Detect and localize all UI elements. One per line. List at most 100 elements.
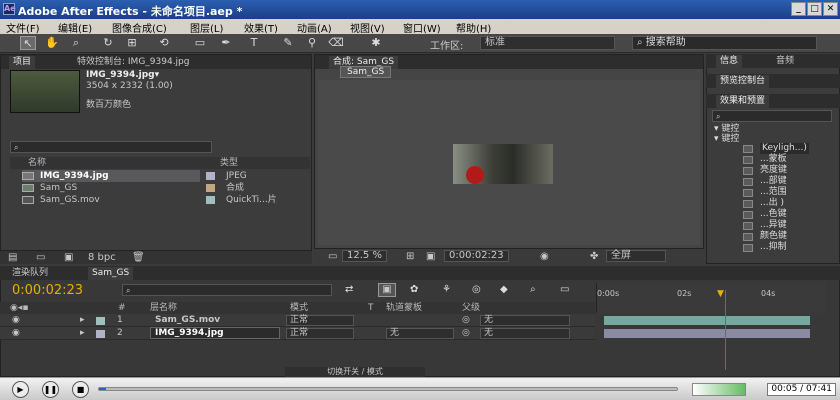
- effect-item[interactable]: ...色键: [760, 209, 787, 220]
- play-icon[interactable]: ▶: [12, 381, 29, 398]
- timeline-search-input[interactable]: ⌕: [122, 284, 332, 296]
- layer-name[interactable]: Sam_GS.mov: [155, 314, 220, 327]
- hide-shy-icon[interactable]: ✿: [410, 284, 418, 295]
- menu-window[interactable]: 窗口(W): [403, 20, 441, 35]
- brush-tool-icon[interactable]: ✎: [280, 36, 296, 50]
- zoom-select[interactable]: 12.5 %: [342, 250, 387, 262]
- selection-tool-icon[interactable]: ↖: [20, 36, 36, 50]
- effect-item[interactable]: ...出 ): [760, 198, 784, 209]
- hand-tool-icon[interactable]: ✋: [44, 36, 60, 50]
- tab-effects-presets[interactable]: 效果和预置: [716, 95, 770, 108]
- col-mode[interactable]: 模式: [290, 302, 308, 314]
- text-tool-icon[interactable]: T: [246, 36, 262, 50]
- tab-render-queue[interactable]: 渲染队列: [8, 267, 52, 280]
- eye-icon[interactable]: ◉: [12, 314, 20, 327]
- parent-pickwhip-icon[interactable]: ◎: [462, 327, 470, 340]
- comp-mini-flowchart-icon[interactable]: ⇄: [345, 284, 353, 295]
- grid-icon[interactable]: ⊞: [406, 251, 414, 262]
- always-preview-icon[interactable]: ▭: [328, 251, 337, 262]
- zoom-tool-icon[interactable]: ⌕: [68, 36, 84, 50]
- menu-edit[interactable]: 编辑(E): [58, 20, 92, 35]
- maximize-button[interactable]: □: [807, 2, 822, 16]
- close-button[interactable]: ✕: [823, 2, 838, 16]
- tab-timeline-comp[interactable]: Sam_GS: [88, 267, 134, 280]
- layer-color-swatch[interactable]: [96, 317, 105, 325]
- volume-slider[interactable]: [692, 383, 746, 396]
- motion-blur-icon[interactable]: ◎: [472, 284, 481, 295]
- effect-item[interactable]: ...部键: [760, 176, 787, 187]
- parent-pickwhip-icon[interactable]: ◎: [462, 314, 470, 327]
- interpret-footage-icon[interactable]: ▤: [8, 252, 17, 263]
- tab-preview[interactable]: 预览控制台: [716, 75, 770, 88]
- menu-file[interactable]: 文件(F): [6, 20, 40, 35]
- menu-animation[interactable]: 动画(A): [297, 20, 332, 35]
- menu-help[interactable]: 帮助(H): [456, 20, 491, 35]
- comp-timecode[interactable]: 0:00:02:23: [444, 250, 509, 262]
- pause-icon[interactable]: ❚❚: [42, 381, 59, 398]
- selected-item-name[interactable]: IMG_9394.jpg▾: [86, 70, 159, 80]
- rotate-tool-icon[interactable]: ↻: [100, 36, 116, 50]
- frame-blending-icon[interactable]: ⚘: [442, 284, 451, 295]
- pan-behind-tool-icon[interactable]: ⟲: [156, 36, 172, 50]
- col-parent[interactable]: 父级: [462, 302, 480, 314]
- puppet-tool-icon[interactable]: ✱: [368, 36, 384, 50]
- label-color-swatch[interactable]: [206, 184, 215, 192]
- menu-composition[interactable]: 图像合成(C): [112, 20, 167, 35]
- new-composition-icon[interactable]: ▣: [64, 252, 73, 263]
- pen-tool-icon[interactable]: ✒: [218, 36, 234, 50]
- snapshot-icon[interactable]: ◉: [540, 251, 549, 262]
- clone-tool-icon[interactable]: ⚲: [304, 36, 320, 50]
- project-item[interactable]: IMG_9394.jpg: [22, 170, 200, 182]
- layer-mode-select[interactable]: 正常: [286, 328, 354, 339]
- menu-effect[interactable]: 效果(T): [244, 20, 278, 35]
- effect-item[interactable]: 颜色键: [760, 231, 787, 242]
- layer-mode-select[interactable]: 正常: [286, 315, 354, 326]
- menu-layer[interactable]: 图层(L): [190, 20, 223, 35]
- mask-tool-icon[interactable]: ▭: [192, 36, 208, 50]
- track-matte-select[interactable]: 无: [386, 328, 454, 339]
- tab-effect-controls[interactable]: 特效控制台: IMG_9394.jpg: [73, 56, 193, 69]
- layer-duration-bar[interactable]: [604, 316, 810, 325]
- seek-bar[interactable]: [98, 387, 678, 391]
- tab-info[interactable]: 信息: [716, 55, 743, 68]
- col-track-matte[interactable]: 轨道蒙板: [386, 302, 422, 314]
- col-name[interactable]: 名称: [28, 157, 46, 169]
- timeline-layer-row[interactable]: ◉ ▸ 2 IMG_9394.jpg 正常 无 ◎ 无: [0, 327, 595, 340]
- tab-audio[interactable]: 音频: [772, 55, 798, 68]
- effect-item[interactable]: ...范围: [760, 187, 787, 198]
- expand-arrow-icon[interactable]: ▸: [80, 327, 85, 340]
- project-item[interactable]: Sam_GS.mov: [22, 194, 200, 206]
- effects-search-input[interactable]: ⌕: [712, 110, 832, 122]
- col-layer-name[interactable]: 层名称: [150, 302, 177, 314]
- time-ruler[interactable]: 0:00s 02s 04s ▼: [596, 283, 826, 313]
- effect-item[interactable]: ...蒙板: [760, 154, 787, 165]
- col-type[interactable]: 类型: [220, 157, 238, 169]
- project-item[interactable]: Sam_GS: [22, 182, 200, 194]
- resolution-select[interactable]: 全屏: [606, 250, 666, 262]
- workspace-select[interactable]: 标准: [480, 36, 615, 50]
- label-color-swatch[interactable]: [206, 172, 215, 180]
- label-color-swatch[interactable]: [206, 196, 215, 204]
- layer-name[interactable]: IMG_9394.jpg: [150, 327, 280, 339]
- new-folder-icon[interactable]: ▭: [36, 252, 45, 263]
- region-icon[interactable]: ▣: [426, 251, 435, 262]
- camera-tool-icon[interactable]: ⊞: [124, 36, 140, 50]
- trash-icon[interactable]: 🗑: [132, 252, 145, 263]
- brainstorm-icon[interactable]: ◆: [500, 284, 508, 295]
- color-channels-icon[interactable]: ✤: [590, 251, 598, 262]
- layer-parent-select[interactable]: 无: [480, 315, 570, 326]
- minimize-button[interactable]: _: [791, 2, 806, 16]
- layer-parent-select[interactable]: 无: [480, 328, 570, 339]
- menu-view[interactable]: 视图(V): [350, 20, 385, 35]
- effect-item[interactable]: ...抑制: [760, 242, 787, 253]
- draft-3d-icon[interactable]: ▣: [378, 283, 396, 297]
- effect-item[interactable]: 亮度键: [760, 165, 787, 176]
- project-search-input[interactable]: ⌕: [10, 141, 212, 153]
- stop-icon[interactable]: ■: [72, 381, 89, 398]
- effects-folder[interactable]: ▾ 键控: [714, 134, 739, 145]
- bpc-label[interactable]: 8 bpc: [88, 252, 116, 263]
- current-time-indicator-icon[interactable]: ▼: [717, 289, 724, 299]
- timeline-options-icon[interactable]: ▭: [560, 284, 569, 295]
- layer-duration-bar[interactable]: [604, 329, 810, 338]
- eye-icon[interactable]: ◉: [12, 327, 20, 340]
